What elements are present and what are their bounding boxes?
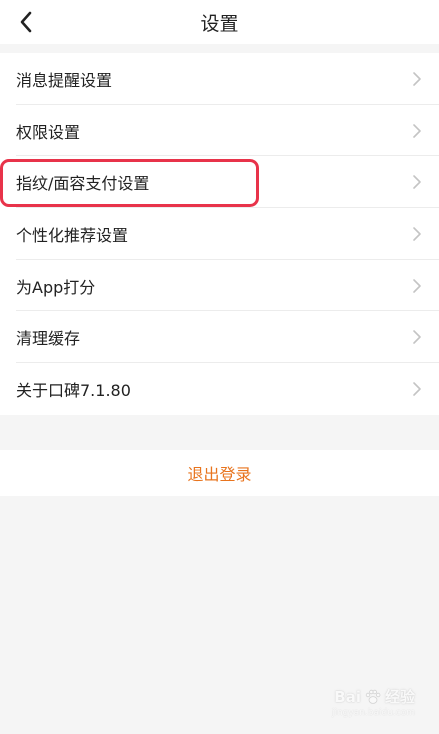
watermark-brand: Bai bbox=[334, 687, 361, 706]
chevron-right-icon bbox=[413, 278, 421, 293]
logout-button[interactable]: 退出登录 bbox=[0, 450, 439, 496]
menu-item-label: 个性化推荐设置 bbox=[16, 225, 129, 245]
menu-item-label: 指纹/面容支付设置 bbox=[16, 174, 150, 194]
menu-item-biometric-payment-settings[interactable]: 指纹/面容支付设置 bbox=[0, 156, 439, 209]
menu-item-rate-app[interactable]: 为App打分 bbox=[0, 260, 439, 312]
menu-item-label: 为App打分 bbox=[16, 277, 96, 297]
chevron-right-icon bbox=[413, 227, 421, 241]
menu-item-permission-settings[interactable]: 权限设置 bbox=[0, 105, 439, 157]
chevron-right-icon bbox=[413, 175, 421, 190]
settings-list: 消息提醒设置 权限设置 指纹/面容支付设置 个性化推荐设置 为App打分 清理缓… bbox=[0, 53, 439, 415]
page-title: 设置 bbox=[200, 13, 239, 35]
menu-item-notification-settings[interactable]: 消息提醒设置 bbox=[0, 53, 439, 105]
chevron-right-icon bbox=[413, 123, 421, 138]
menu-item-personalized-recommendation[interactable]: 个性化推荐设置 bbox=[0, 208, 439, 260]
menu-item-clear-cache[interactable]: 清理缓存 bbox=[0, 311, 439, 364]
menu-item-about[interactable]: 关于口碑7.1.80 bbox=[0, 363, 439, 415]
menu-item-label: 消息提醒设置 bbox=[16, 70, 113, 90]
logout-label: 退出登录 bbox=[187, 465, 252, 484]
nav-bar: 设置 bbox=[0, 0, 439, 44]
settings-page: 设置 消息提醒设置 权限设置 指纹/面容支付设置 个性化推荐设置 为App打分 bbox=[0, 0, 439, 734]
menu-item-label: 关于口碑7.1.80 bbox=[16, 380, 131, 400]
watermark: Bai 经验 jingyan.baidu.com bbox=[331, 686, 415, 719]
watermark-brand-suffix: 经验 bbox=[384, 688, 415, 706]
watermark-url: jingyan.baidu.com bbox=[331, 708, 415, 718]
menu-item-label: 清理缓存 bbox=[16, 329, 81, 349]
paw-logo-icon bbox=[365, 689, 381, 704]
menu-item-label: 权限设置 bbox=[16, 122, 81, 142]
chevron-right-icon bbox=[413, 382, 421, 396]
chevron-right-icon bbox=[413, 72, 421, 86]
chevron-right-icon bbox=[413, 330, 421, 345]
